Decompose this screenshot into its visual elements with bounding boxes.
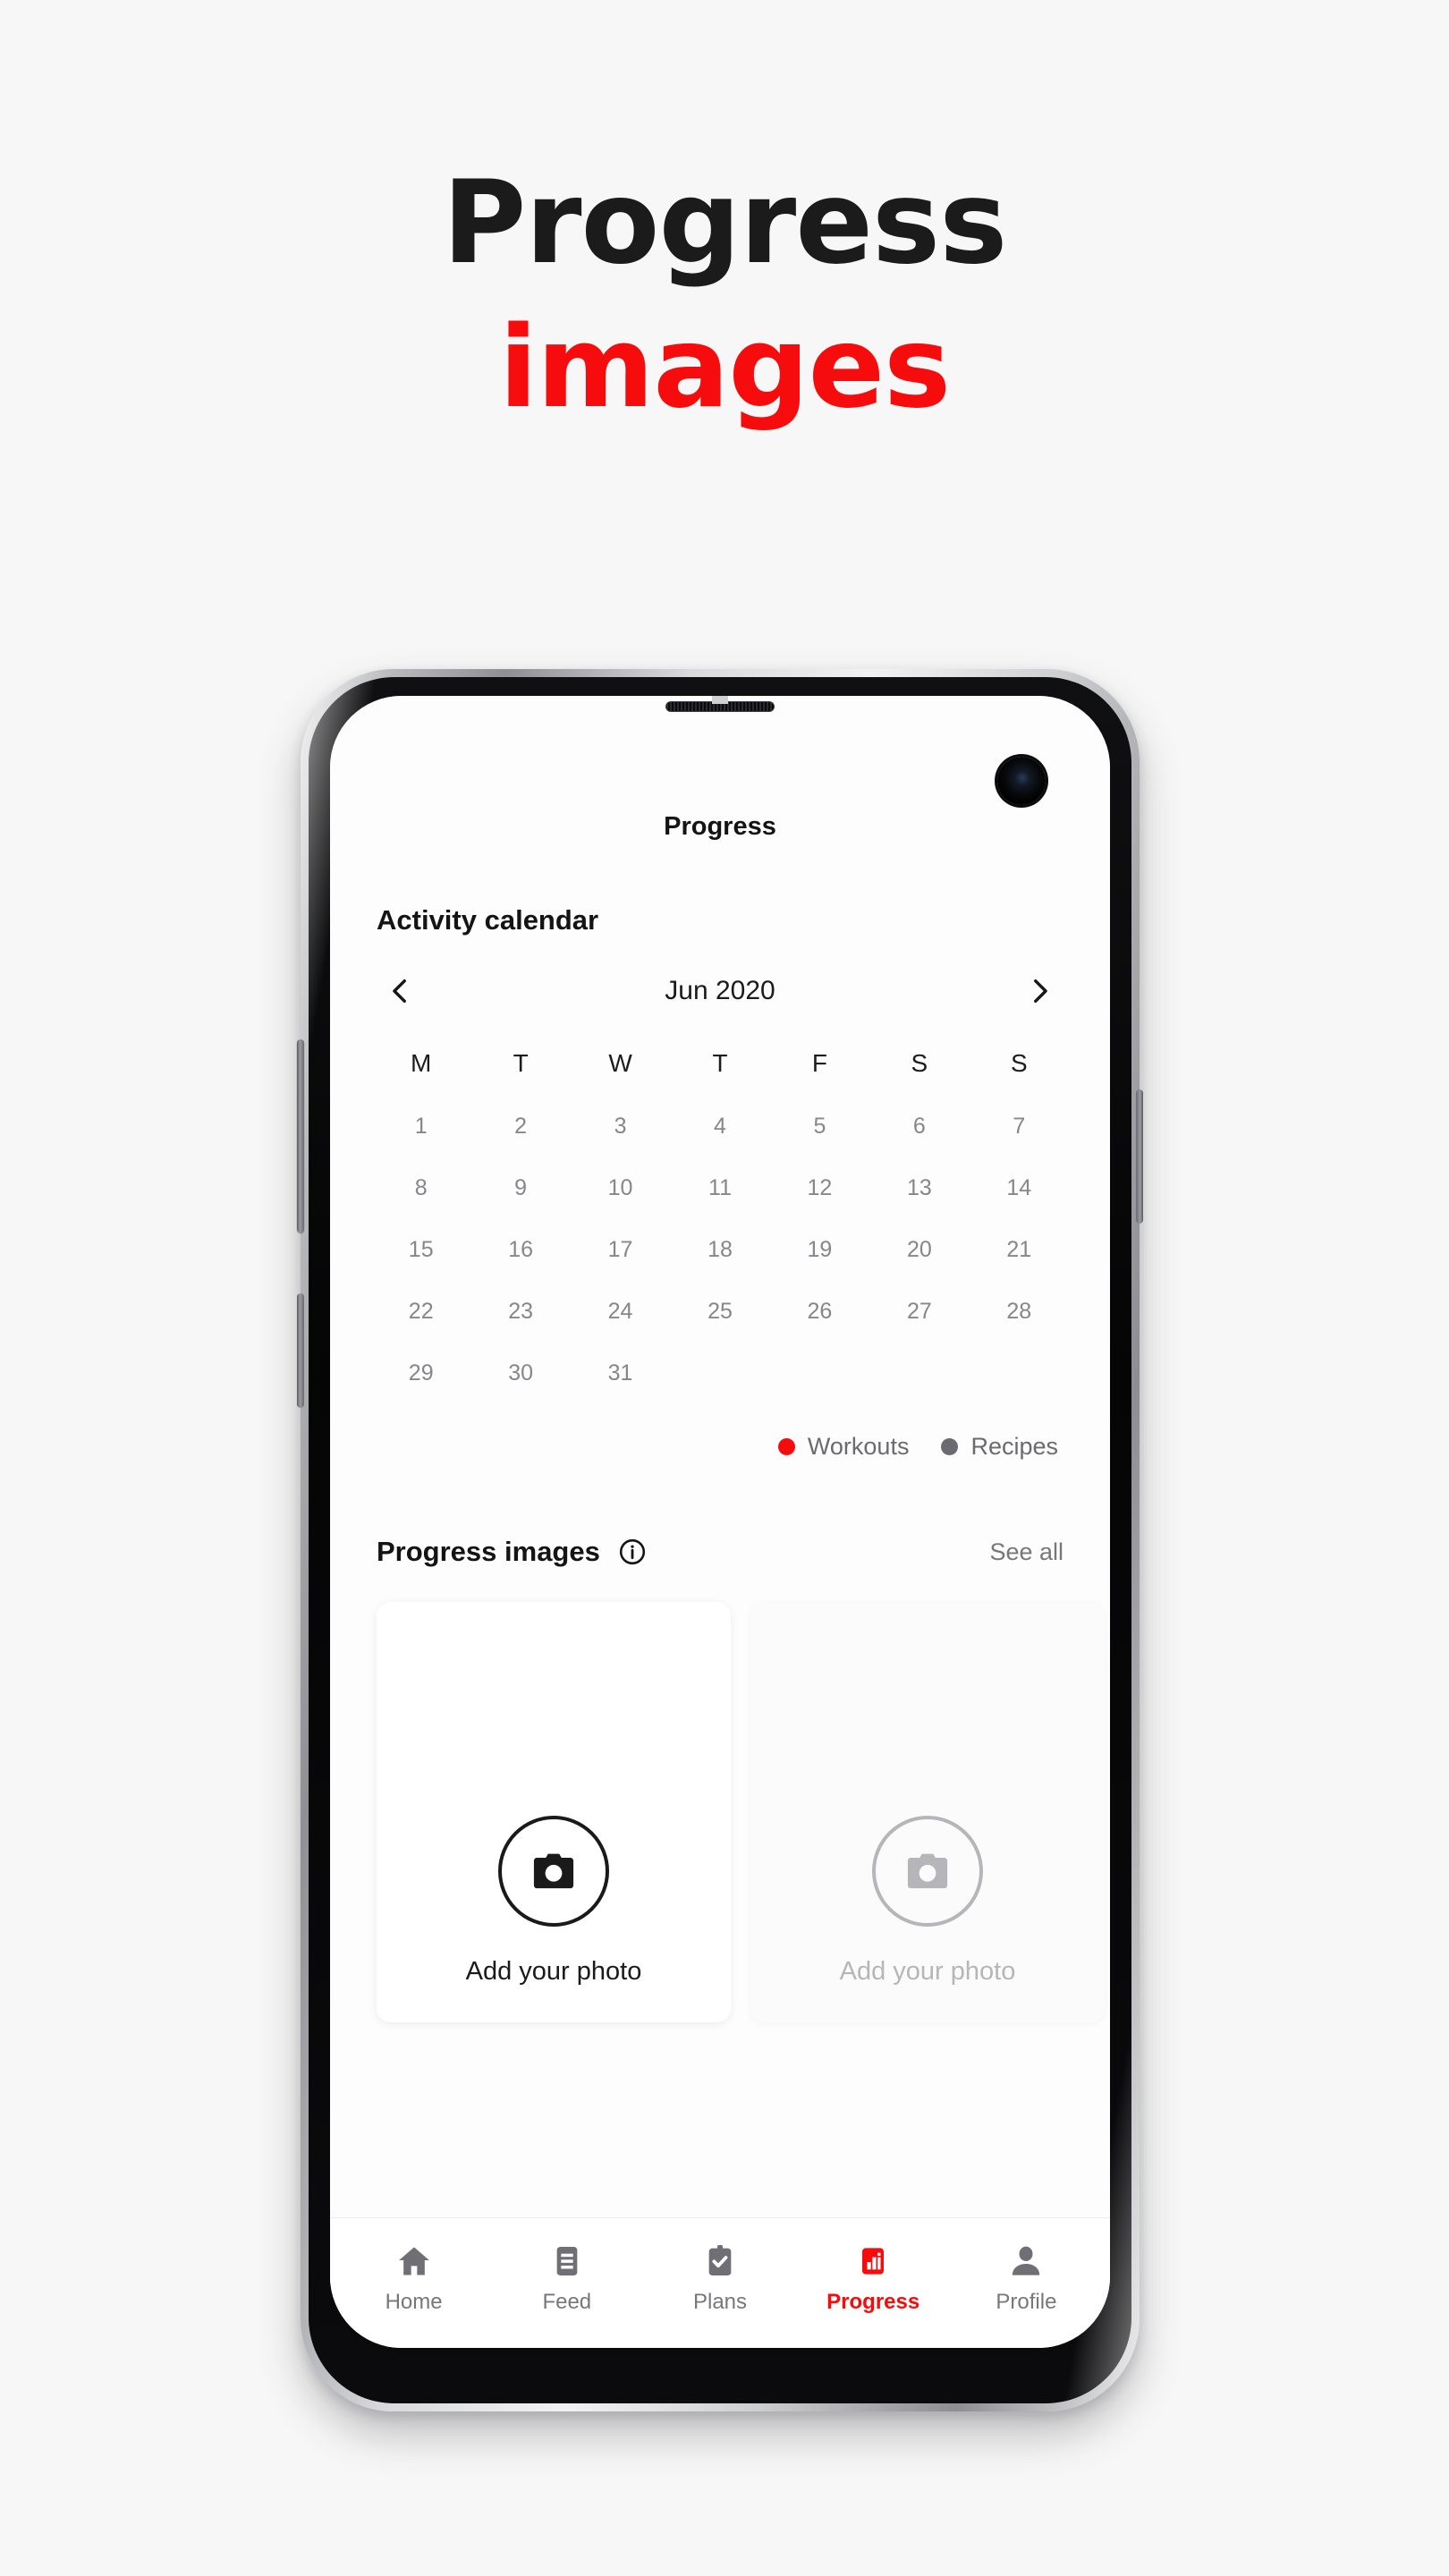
calendar-weekday: W [608,1049,632,1077]
calendar-day[interactable]: 28 [970,1263,1069,1325]
calendar-day[interactable]: 18 [670,1201,769,1263]
calendar-day[interactable]: 27 [869,1263,969,1325]
phone-mockup: Progress Activity calendar Jun 2020 M T … [297,669,1143,2411]
nav-item-plans[interactable]: Plans [643,2241,796,2315]
feed-icon [549,2241,585,2282]
add-photo-card-disabled[interactable]: Add your photo [750,1602,1105,2022]
clipboard-check-icon [702,2241,738,2282]
legend-label-recipes: Recipes [970,1433,1058,1460]
nav-label-plans: Plans [692,2290,748,2314]
bixby-button[interactable] [297,1293,304,1408]
calendar-legend: Workouts Recipes [330,1433,1058,1461]
calendar-grid: M T W T F S S 1 2 3 4 5 6 7 8 9 10 11 12… [371,1008,1069,1386]
poster-heading: Progress images [0,166,1449,424]
calendar-header: Jun 2020 [384,974,1056,1008]
calendar-day[interactable]: 22 [371,1263,470,1325]
calendar-day[interactable]: 2 [470,1078,570,1140]
calendar-day[interactable]: 7 [970,1078,1069,1140]
power-button[interactable] [1136,1089,1143,1224]
progress-images-card-list: Add your photo Add your photo [377,1602,1110,2217]
volume-button[interactable] [297,1039,304,1233]
calendar-day[interactable]: 13 [869,1140,969,1201]
calendar-weekday: F [811,1049,827,1077]
progress-images-header: Progress images See all [377,1536,1063,1568]
calendar-day[interactable]: 26 [770,1263,869,1325]
nav-label-home: Home [385,2290,443,2314]
calendar-day[interactable]: 25 [670,1263,769,1325]
calendar-day[interactable]: 6 [869,1078,969,1140]
legend-dot-workouts-icon [777,1438,795,1455]
calendar-day[interactable]: 31 [571,1325,670,1386]
calendar-day-empty [970,1325,1069,1386]
poster-heading-line-2: images [498,301,951,433]
calendar-day[interactable]: 4 [670,1078,769,1140]
legend-label-workouts: Workouts [807,1433,910,1460]
bar-chart-icon [855,2241,891,2282]
calendar-day[interactable]: 8 [371,1140,470,1201]
chevron-right-icon[interactable] [1022,974,1056,1008]
calendar-day[interactable]: 16 [470,1201,570,1263]
chevron-left-icon[interactable] [384,974,418,1008]
calendar-day[interactable]: 21 [970,1201,1069,1263]
page-title: Progress [664,812,776,841]
front-camera-punch-hole-icon [997,757,1046,805]
calendar-day[interactable]: 1 [371,1078,470,1140]
calendar-day[interactable]: 20 [869,1201,969,1263]
calendar-day[interactable]: 19 [770,1201,869,1263]
home-icon [396,2241,432,2282]
bottom-navigation: Home Feed Plans Progress Profile [330,2217,1110,2348]
add-photo-card-label: Add your photo [465,1957,642,1986]
phone-top-seam [712,696,728,704]
calendar-day[interactable]: 5 [770,1078,869,1140]
app-container: Progress Activity calendar Jun 2020 M T … [330,696,1110,2348]
camera-icon [498,1816,609,1927]
calendar-day-empty [770,1325,869,1386]
calendar-weekday: M [411,1049,432,1077]
nav-item-profile[interactable]: Profile [950,2241,1103,2315]
nav-item-feed[interactable]: Feed [490,2241,643,2315]
nav-label-feed: Feed [542,2290,592,2314]
calendar-month-label: Jun 2020 [665,976,775,1005]
nav-item-home[interactable]: Home [337,2241,490,2315]
calendar-day[interactable]: 15 [371,1201,470,1263]
calendar-weekday: T [513,1049,529,1077]
calendar-day[interactable]: 9 [470,1140,570,1201]
add-photo-card[interactable]: Add your photo [377,1602,731,2022]
nav-label-progress: Progress [826,2290,920,2314]
calendar-day[interactable]: 30 [470,1325,570,1386]
progress-images-title: Progress images [377,1536,600,1567]
person-icon [1008,2241,1044,2282]
calendar-day[interactable]: 23 [470,1263,570,1325]
phone-bezel: Progress Activity calendar Jun 2020 M T … [309,677,1131,2403]
camera-icon [872,1816,983,1927]
nav-item-progress[interactable]: Progress [797,2241,950,2315]
add-photo-card-label: Add your photo [839,1957,1016,1986]
calendar-day[interactable]: 29 [371,1325,470,1386]
info-circle-icon[interactable] [618,1538,647,1566]
legend-dot-recipes-icon [941,1438,959,1455]
poster-heading-line-1: Progress [442,157,1008,290]
calendar-weekday: S [1010,1049,1028,1077]
calendar-day[interactable]: 11 [670,1140,769,1201]
see-all-link[interactable]: See all [989,1538,1063,1566]
calendar-day[interactable]: 24 [571,1263,670,1325]
calendar-day[interactable]: 17 [571,1201,670,1263]
nav-label-profile: Profile [996,2290,1057,2314]
calendar-weekday: T [712,1049,728,1077]
calendar-day[interactable]: 3 [571,1078,670,1140]
calendar-day[interactable]: 14 [970,1140,1069,1201]
progress-images-title-group: Progress images [377,1536,647,1568]
activity-calendar-title: Activity calendar [377,904,599,936]
legend-item-workouts: Workouts [777,1433,910,1461]
calendar-day-empty [670,1325,769,1386]
calendar-weekday: S [911,1049,928,1077]
calendar-day[interactable]: 10 [571,1140,670,1201]
legend-item-recipes: Recipes [941,1433,1058,1461]
phone-screen: Progress Activity calendar Jun 2020 M T … [330,696,1110,2348]
calendar-day-empty [869,1325,969,1386]
calendar-day[interactable]: 12 [770,1140,869,1201]
